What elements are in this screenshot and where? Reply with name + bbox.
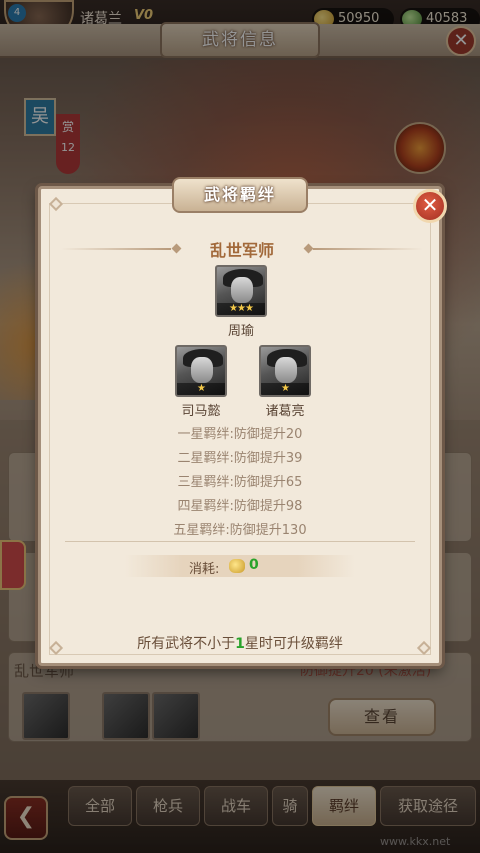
divider-line — [61, 248, 171, 250]
bonus-line: 二星羁绊:防御提升39 — [177, 451, 303, 466]
bonus-line: 一星羁绊:防御提升20 — [177, 427, 303, 442]
upgrade-hint: 所有武将不小于1星时可升级羁绊 — [41, 633, 439, 653]
portrait-face — [275, 357, 297, 383]
modal-close-button[interactable]: ✕ — [413, 189, 447, 223]
main-hero-card[interactable]: ★★★ 周瑜 — [215, 265, 267, 339]
bonus-line: 五星羁绊:防御提升130 — [173, 523, 307, 538]
cost-label: 消耗: — [189, 562, 220, 577]
bond-heading-row: 乱世军师 — [61, 237, 423, 261]
hint-prefix: 所有武将不小于 — [137, 636, 236, 652]
partner-hero-card[interactable]: ★ 诸葛亮 — [259, 345, 311, 419]
diamond-ornament — [171, 243, 182, 254]
cost-bar: 消耗: 0 — [125, 555, 355, 577]
divider-line — [313, 248, 423, 250]
hero-portrait: ★ — [259, 345, 311, 397]
portrait-face — [231, 277, 253, 303]
hint-suffix: 星时可升级羁绊 — [244, 636, 343, 652]
star-rating: ★★★ — [217, 303, 265, 315]
portrait-face — [191, 357, 213, 383]
cost-value: 0 — [249, 557, 259, 573]
bond-name: 乱世军师 — [209, 241, 274, 260]
hero-name: 司马懿 — [181, 404, 221, 419]
bonus-line: 三星羁绊:防御提升65 — [177, 475, 303, 490]
diamond-ornament — [303, 243, 314, 254]
section-divider — [65, 541, 415, 542]
hero-portrait: ★ — [175, 345, 227, 397]
hint-highlight: 1 — [235, 636, 245, 652]
bond-bonus-list: 一星羁绊:防御提升20 二星羁绊:防御提升39 三星羁绊:防御提升65 四星羁绊… — [41, 423, 439, 543]
star-rating: ★ — [177, 383, 225, 395]
partner-hero-card[interactable]: ★ 司马懿 — [175, 345, 227, 419]
bonus-line: 四星羁绊:防御提升98 — [177, 499, 303, 514]
hero-portrait: ★★★ — [215, 265, 267, 317]
hero-name: 诸葛亮 — [265, 404, 305, 419]
bond-modal: 武将羁绊 ✕ 乱世军师 ★★★ 周瑜 ★ 司马懿 ★ 诸葛亮 一星羁绊:防御提升… — [38, 177, 447, 666]
modal-title: 武将羁绊 — [172, 177, 308, 213]
star-rating: ★ — [261, 383, 309, 395]
hero-name: 周瑜 — [227, 324, 254, 339]
close-icon: ✕ — [421, 193, 439, 217]
gold-coin-icon — [229, 559, 245, 573]
